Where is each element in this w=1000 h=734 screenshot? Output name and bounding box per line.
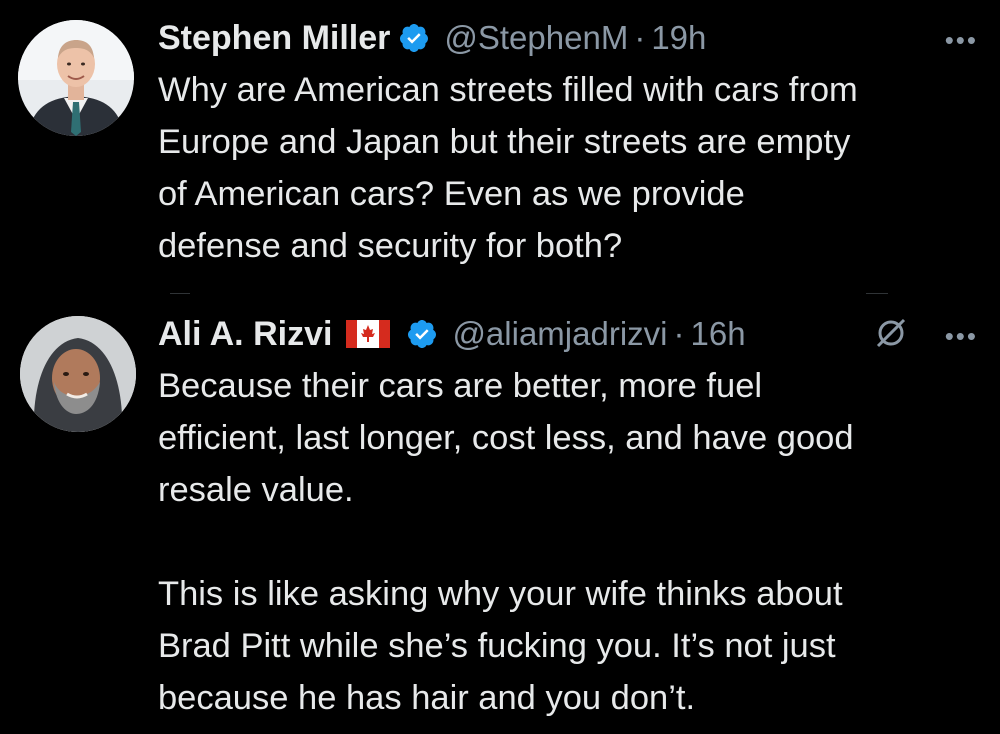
tweet-text-line: Brad Pitt while she’s fucking you. It’s … [158,627,836,665]
tweet-text-line: efficient, last longer, cost less, and h… [158,419,854,457]
tweet-text: Why are American streets filled with car… [158,64,988,272]
avatar-ali-rizvi[interactable] [20,316,136,432]
tweet-text-line: because he has hair and you don’t. [158,679,696,717]
author-name[interactable]: Ali A. Rizvi [158,315,332,354]
muted-conversation-icon[interactable] [874,316,908,350]
verified-badge-icon [408,320,437,348]
avatar-portrait-image [20,316,136,432]
tweet-header: Ali A. Rizvi @aliamjadrizvi · 16h [158,312,746,356]
tweet-text-line: resale value. [158,471,354,509]
tweet-text: Because their cars are better, more fuel… [158,360,988,724]
tweet-text-line: defense and security for both? [158,227,623,265]
tweet-text-line: of American cars? Even as we provide [158,175,745,213]
more-options-icon[interactable]: ••• [945,323,978,349]
tweet-text-line: Why are American streets filled with car… [158,71,858,109]
canada-flag-icon [346,320,391,348]
author-handle[interactable]: @aliamjadrizvi [452,315,667,353]
author-handle[interactable]: @StephenM [444,19,628,57]
author-name[interactable]: Stephen Miller [158,19,390,58]
separator-dot: · [673,315,685,352]
tweet-divider [866,293,888,294]
tweet-text-line: Europe and Japan but their streets are e… [158,123,851,161]
more-options-icon[interactable]: ••• [945,27,978,53]
tweet-text-line: Because their cars are better, more fuel [158,367,763,405]
tweet-divider [170,293,190,294]
tweet-timestamp[interactable]: 19h [651,19,706,57]
verified-badge-icon [400,24,429,52]
tweet-timestamp[interactable]: 16h [691,315,746,353]
avatar-portrait-image [18,20,134,136]
tweet-header: Stephen Miller @StephenM · 19h [158,16,706,60]
separator-dot: · [634,19,646,56]
tweet-text-line: This is like asking why your wife thinks… [158,575,843,613]
avatar-stephen-miller[interactable] [18,20,134,136]
